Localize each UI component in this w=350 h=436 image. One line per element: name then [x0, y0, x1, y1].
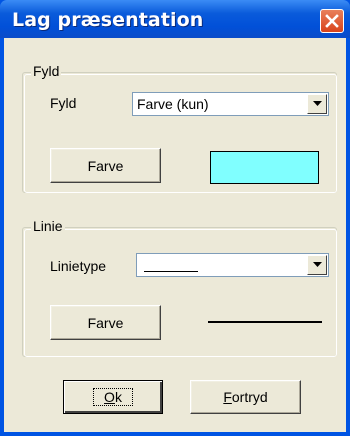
line-color-button[interactable]: Farve	[50, 305, 161, 340]
line-color-button-label: Farve	[87, 314, 124, 331]
linetype-select-value	[144, 271, 198, 272]
fill-color-button-label: Farve	[87, 157, 124, 174]
fill-color-swatch	[210, 151, 319, 184]
fill-select[interactable]: Farve (kun)	[132, 92, 329, 116]
chevron-down-icon	[312, 101, 322, 106]
window-title: Lag præsentation	[12, 9, 204, 31]
cancel-button[interactable]: Fortryd	[190, 380, 301, 414]
fill-label: Fyld	[50, 95, 77, 111]
title-bar[interactable]: Lag præsentation	[0, 0, 350, 38]
line-color-preview	[208, 321, 322, 323]
close-button[interactable]	[320, 9, 344, 33]
linetype-label: Linietype	[50, 258, 107, 274]
fill-group-legend: Fyld	[31, 63, 62, 79]
fill-select-value: Farve (kun)	[137, 96, 209, 112]
linetype-select[interactable]	[136, 253, 329, 277]
ok-button[interactable]: Ok	[63, 380, 163, 414]
line-group-legend: Linie	[31, 218, 65, 234]
cancel-button-label: Fortryd	[223, 389, 268, 405]
fill-select-dropdown-button[interactable]	[307, 94, 327, 114]
fill-color-button[interactable]: Farve	[50, 148, 161, 183]
chevron-down-icon	[312, 262, 322, 267]
close-x-icon	[325, 14, 339, 28]
linetype-select-dropdown-button[interactable]	[307, 255, 327, 275]
ok-button-label: Ok	[93, 388, 133, 406]
